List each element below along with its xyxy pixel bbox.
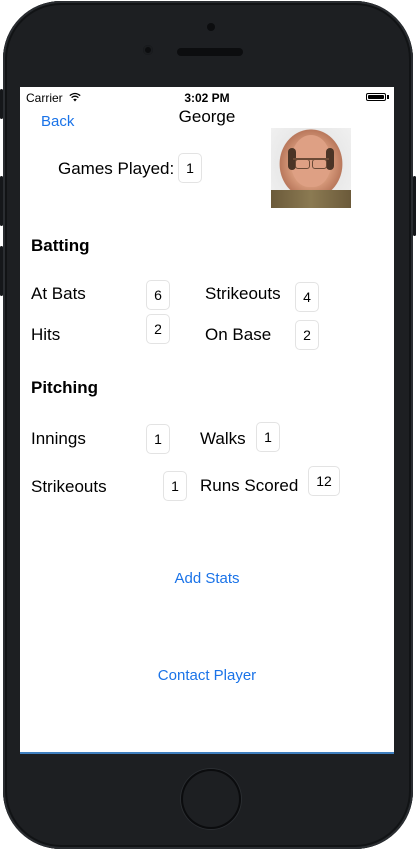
page-title: George bbox=[178, 107, 236, 126]
batting-strikeouts-label: Strikeouts bbox=[205, 284, 281, 303]
app-screen: Carrier 3:02 PM Back George Games Played… bbox=[20, 87, 394, 754]
earpiece-speaker bbox=[177, 48, 243, 56]
batting-strikeouts-field[interactable]: 4 bbox=[295, 282, 319, 312]
innings-field[interactable]: 1 bbox=[146, 424, 170, 454]
pitching-strikeouts-field[interactable]: 1 bbox=[163, 471, 187, 501]
at-bats-field[interactable]: 6 bbox=[146, 280, 170, 310]
walks-field[interactable]: 1 bbox=[256, 422, 280, 452]
bottom-divider bbox=[20, 752, 394, 754]
status-bar: Carrier 3:02 PM bbox=[20, 87, 394, 107]
battery-icon bbox=[366, 93, 386, 101]
runs-scored-label: Runs Scored bbox=[200, 476, 299, 495]
silent-switch bbox=[0, 89, 3, 119]
hits-field[interactable]: 2 bbox=[146, 314, 170, 344]
proximity-sensor bbox=[207, 23, 215, 31]
home-button[interactable] bbox=[181, 769, 241, 829]
games-played-field[interactable]: 1 bbox=[178, 153, 202, 183]
games-played-label: Games Played: bbox=[58, 159, 175, 178]
on-base-label: On Base bbox=[205, 325, 272, 344]
runs-scored-field[interactable]: 12 bbox=[308, 466, 340, 496]
pitching-strikeouts-label: Strikeouts bbox=[31, 477, 107, 496]
volume-up-button bbox=[0, 176, 3, 226]
contact-player-button[interactable]: Contact Player bbox=[20, 667, 394, 684]
pitching-heading: Pitching bbox=[31, 378, 99, 397]
volume-down-button bbox=[0, 246, 3, 296]
battery-cap bbox=[387, 95, 389, 99]
innings-label: Innings bbox=[31, 429, 86, 448]
at-bats-label: At Bats bbox=[31, 284, 86, 303]
add-stats-button[interactable]: Add Stats bbox=[20, 570, 394, 587]
player-photo bbox=[271, 128, 351, 208]
clock: 3:02 PM bbox=[184, 91, 230, 105]
batting-heading: Batting bbox=[31, 236, 90, 255]
walks-label: Walks bbox=[200, 429, 246, 448]
hits-label: Hits bbox=[31, 325, 61, 344]
on-base-field[interactable]: 2 bbox=[295, 320, 319, 350]
front-camera bbox=[143, 45, 153, 55]
